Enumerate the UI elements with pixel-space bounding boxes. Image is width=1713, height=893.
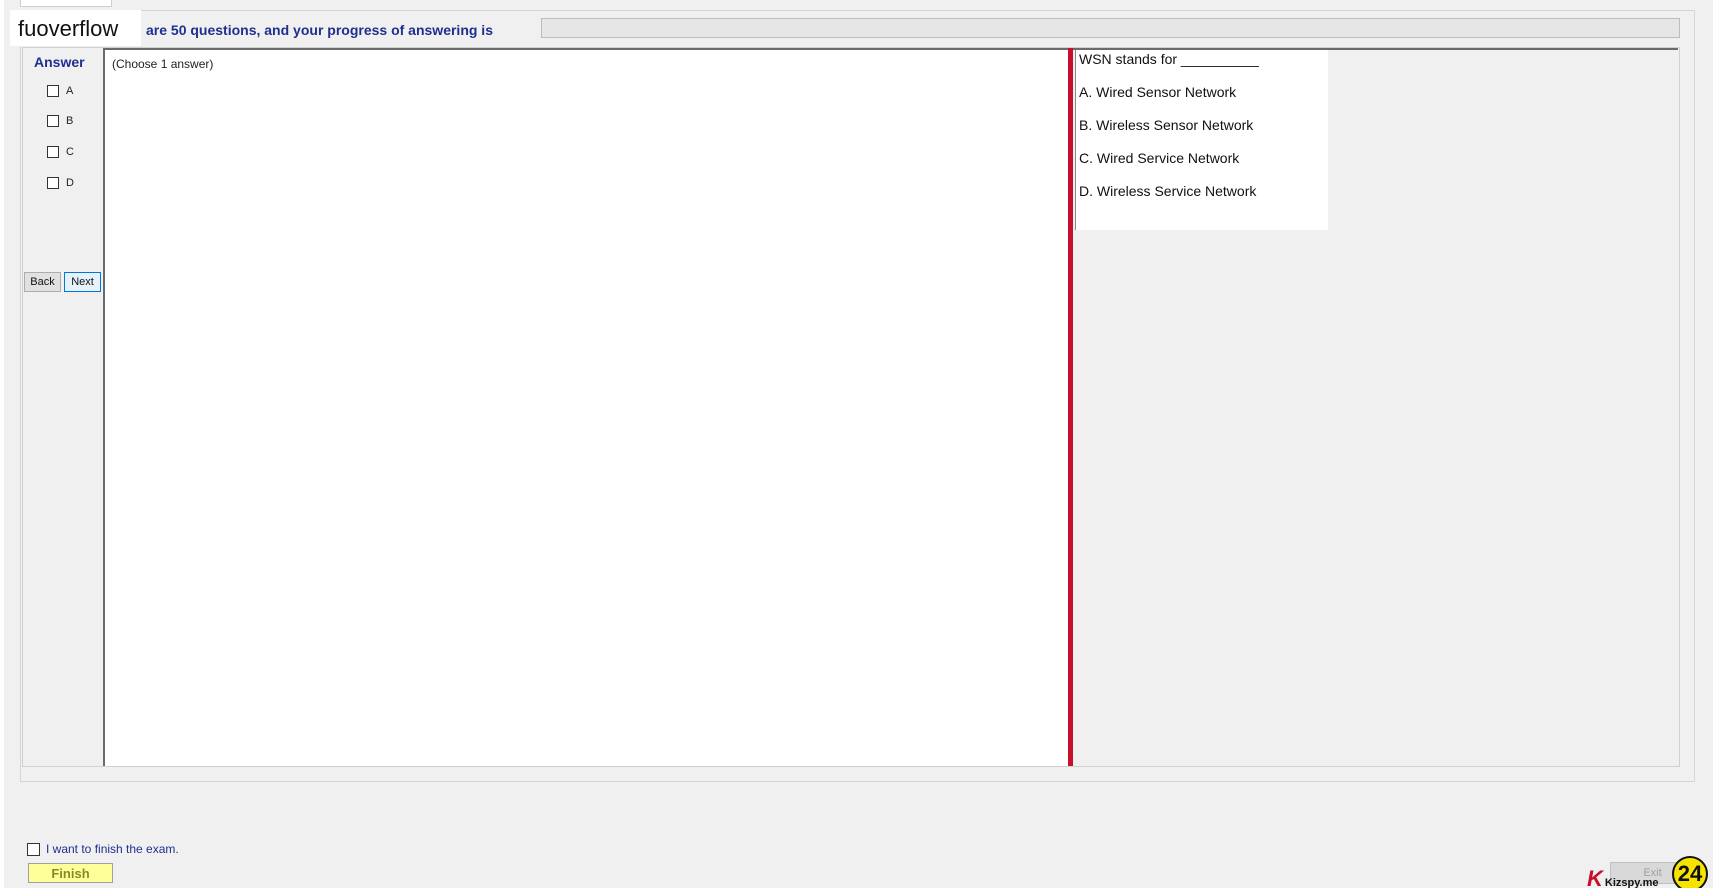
checkbox-b[interactable] bbox=[47, 115, 59, 127]
question-choice-b: B. Wireless Sensor Network bbox=[1079, 117, 1254, 133]
answer-option-a[interactable]: A bbox=[47, 83, 73, 99]
answer-title: Answer bbox=[34, 54, 85, 70]
option-label-c: C bbox=[66, 146, 74, 158]
option-label-d: D bbox=[66, 177, 74, 189]
answer-option-d[interactable]: D bbox=[47, 175, 74, 191]
question-stem: WSN stands for __________ bbox=[1079, 51, 1259, 67]
question-choice-a: A. Wired Sensor Network bbox=[1079, 84, 1237, 100]
answer-content-area: (Choose 1 answer) bbox=[103, 48, 1070, 766]
progress-text: are 50 questions, and your progress of a… bbox=[146, 22, 493, 38]
progress-bar bbox=[541, 18, 1680, 38]
finish-checkbox[interactable] bbox=[27, 842, 40, 856]
choose-instruction: (Choose 1 answer) bbox=[112, 57, 214, 71]
left-edge bbox=[0, 0, 4, 893]
page-badge: 24 bbox=[1672, 856, 1708, 892]
answer-option-c[interactable]: C bbox=[47, 144, 74, 160]
option-label-a: A bbox=[66, 85, 74, 97]
finish-confirm[interactable]: I want to finish the exam. bbox=[27, 842, 179, 856]
checkbox-a[interactable] bbox=[47, 85, 59, 97]
checkbox-c[interactable] bbox=[47, 146, 59, 158]
option-label-b: B bbox=[66, 115, 74, 127]
finish-button[interactable]: Finish bbox=[28, 863, 113, 883]
question-choice-d: D. Wireless Service Network bbox=[1079, 183, 1257, 199]
back-button[interactable]: Back bbox=[24, 272, 61, 292]
top-tab[interactable] bbox=[20, 0, 112, 7]
answer-option-b[interactable]: B bbox=[47, 113, 73, 129]
watermark-logo: K bbox=[1587, 866, 1603, 891]
bottom-edge bbox=[0, 888, 1713, 893]
next-button[interactable]: Next bbox=[64, 272, 101, 292]
exam-window: fuoverflow are 50 questions, and your pr… bbox=[0, 0, 1713, 893]
site-logo: fuoverflow bbox=[10, 10, 141, 46]
finish-checkbox-label: I want to finish the exam. bbox=[46, 842, 179, 856]
question-box: WSN stands for __________ A. Wired Senso… bbox=[1075, 50, 1328, 230]
watermark: K Kizspy.me bbox=[1587, 868, 1658, 890]
checkbox-d[interactable] bbox=[47, 177, 59, 189]
question-choice-c: C. Wired Service Network bbox=[1079, 150, 1240, 166]
